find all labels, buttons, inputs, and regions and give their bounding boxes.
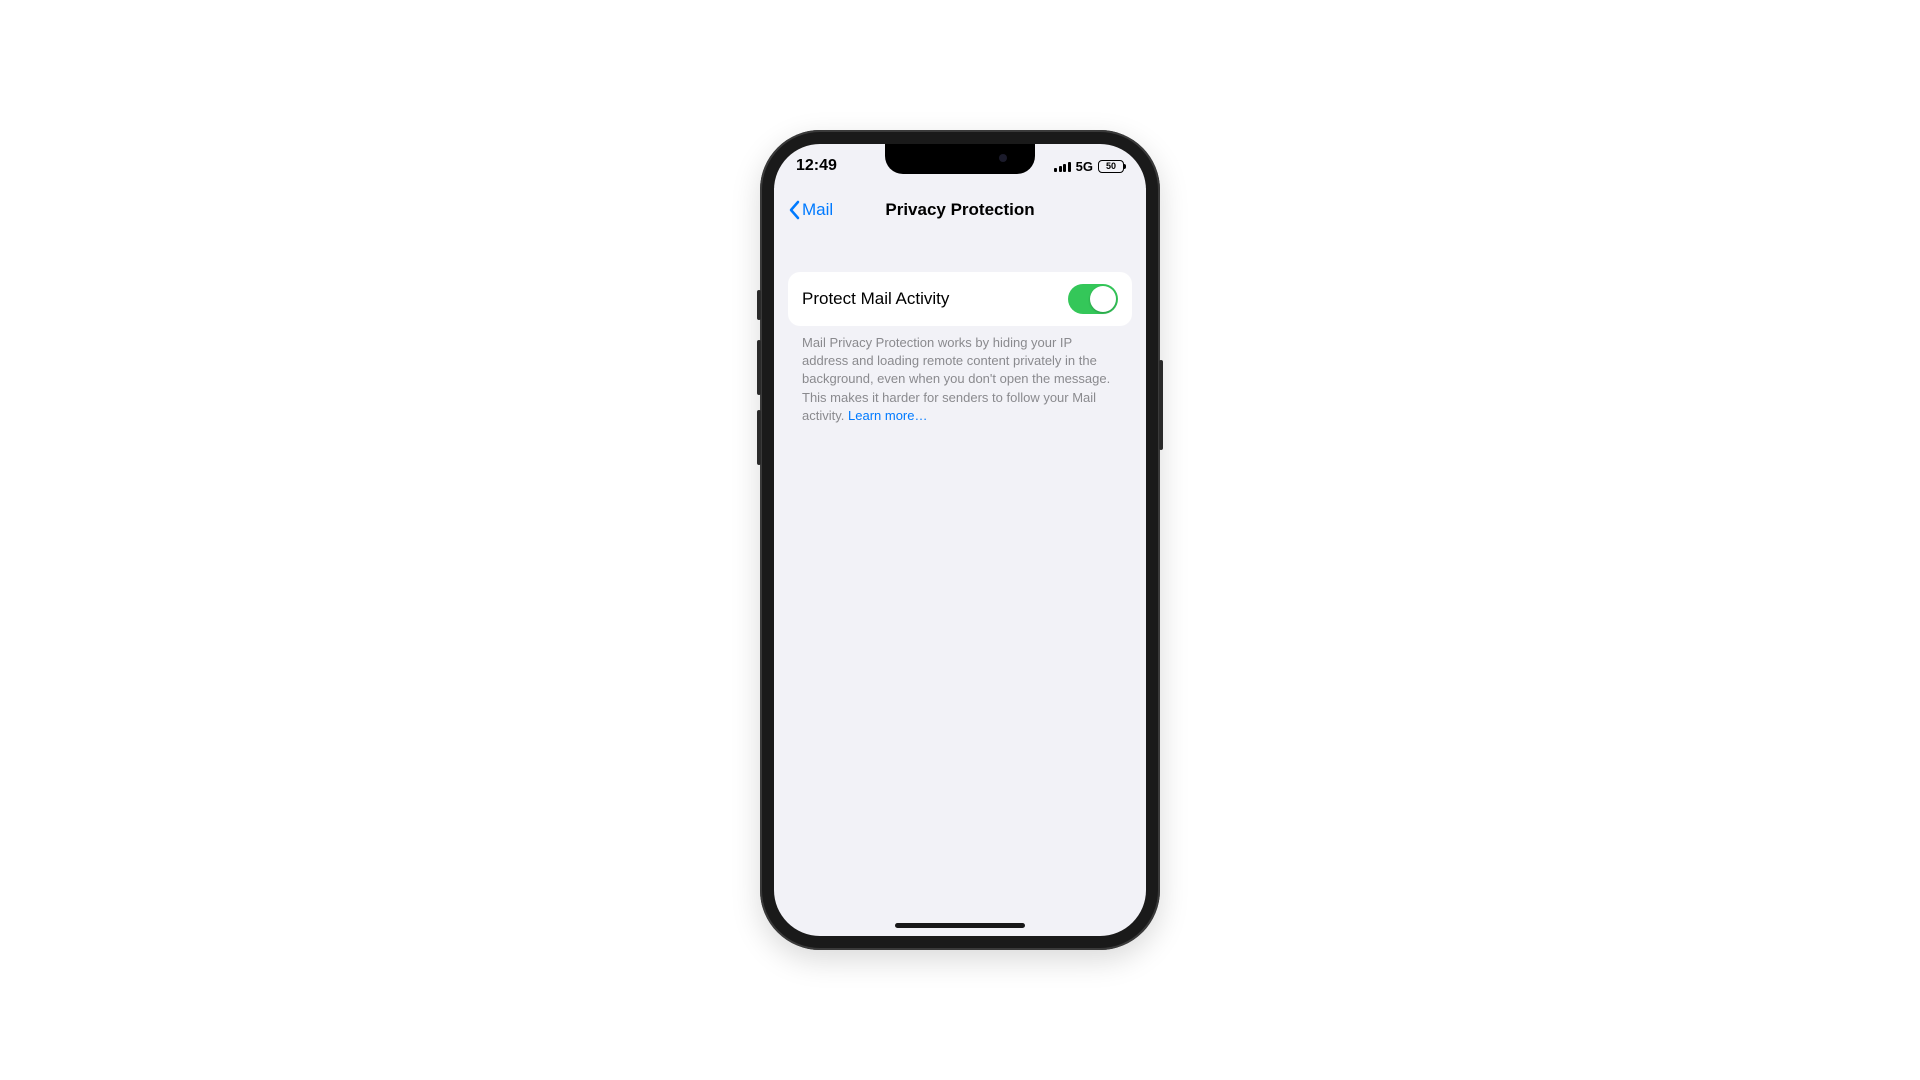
phone-frame: 12:49 5G 50 Mail [760, 130, 1160, 950]
battery-icon: 50 [1098, 160, 1124, 173]
page-title: Privacy Protection [885, 200, 1034, 220]
status-right: 5G 50 [1054, 159, 1124, 174]
volume-up-hardware [757, 340, 761, 395]
volume-down-hardware [757, 410, 761, 465]
settings-group: Protect Mail Activity [788, 272, 1132, 326]
screen: 12:49 5G 50 Mail [774, 144, 1146, 936]
canvas: 12:49 5G 50 Mail [0, 0, 1920, 1080]
protect-mail-activity-label: Protect Mail Activity [802, 289, 949, 309]
toggle-knob [1090, 286, 1116, 312]
settings-footer: Mail Privacy Protection works by hiding … [802, 334, 1118, 425]
cellular-signal-icon [1054, 160, 1071, 172]
back-button[interactable]: Mail [782, 188, 839, 232]
home-indicator[interactable] [895, 923, 1025, 928]
learn-more-link[interactable]: Learn more… [848, 408, 927, 423]
mute-switch-hardware [757, 290, 761, 320]
back-label: Mail [802, 200, 833, 220]
notch [885, 144, 1035, 174]
protect-mail-activity-toggle[interactable] [1068, 284, 1118, 314]
nav-bar: Mail Privacy Protection [774, 188, 1146, 232]
protect-mail-activity-row[interactable]: Protect Mail Activity [788, 272, 1132, 326]
network-type: 5G [1076, 159, 1093, 174]
power-button-hardware [1159, 360, 1163, 450]
battery-level-text: 50 [1106, 162, 1116, 171]
content-area: Protect Mail Activity Mail Privacy Prote… [774, 244, 1146, 936]
status-time: 12:49 [796, 157, 837, 175]
chevron-left-icon [788, 200, 800, 220]
